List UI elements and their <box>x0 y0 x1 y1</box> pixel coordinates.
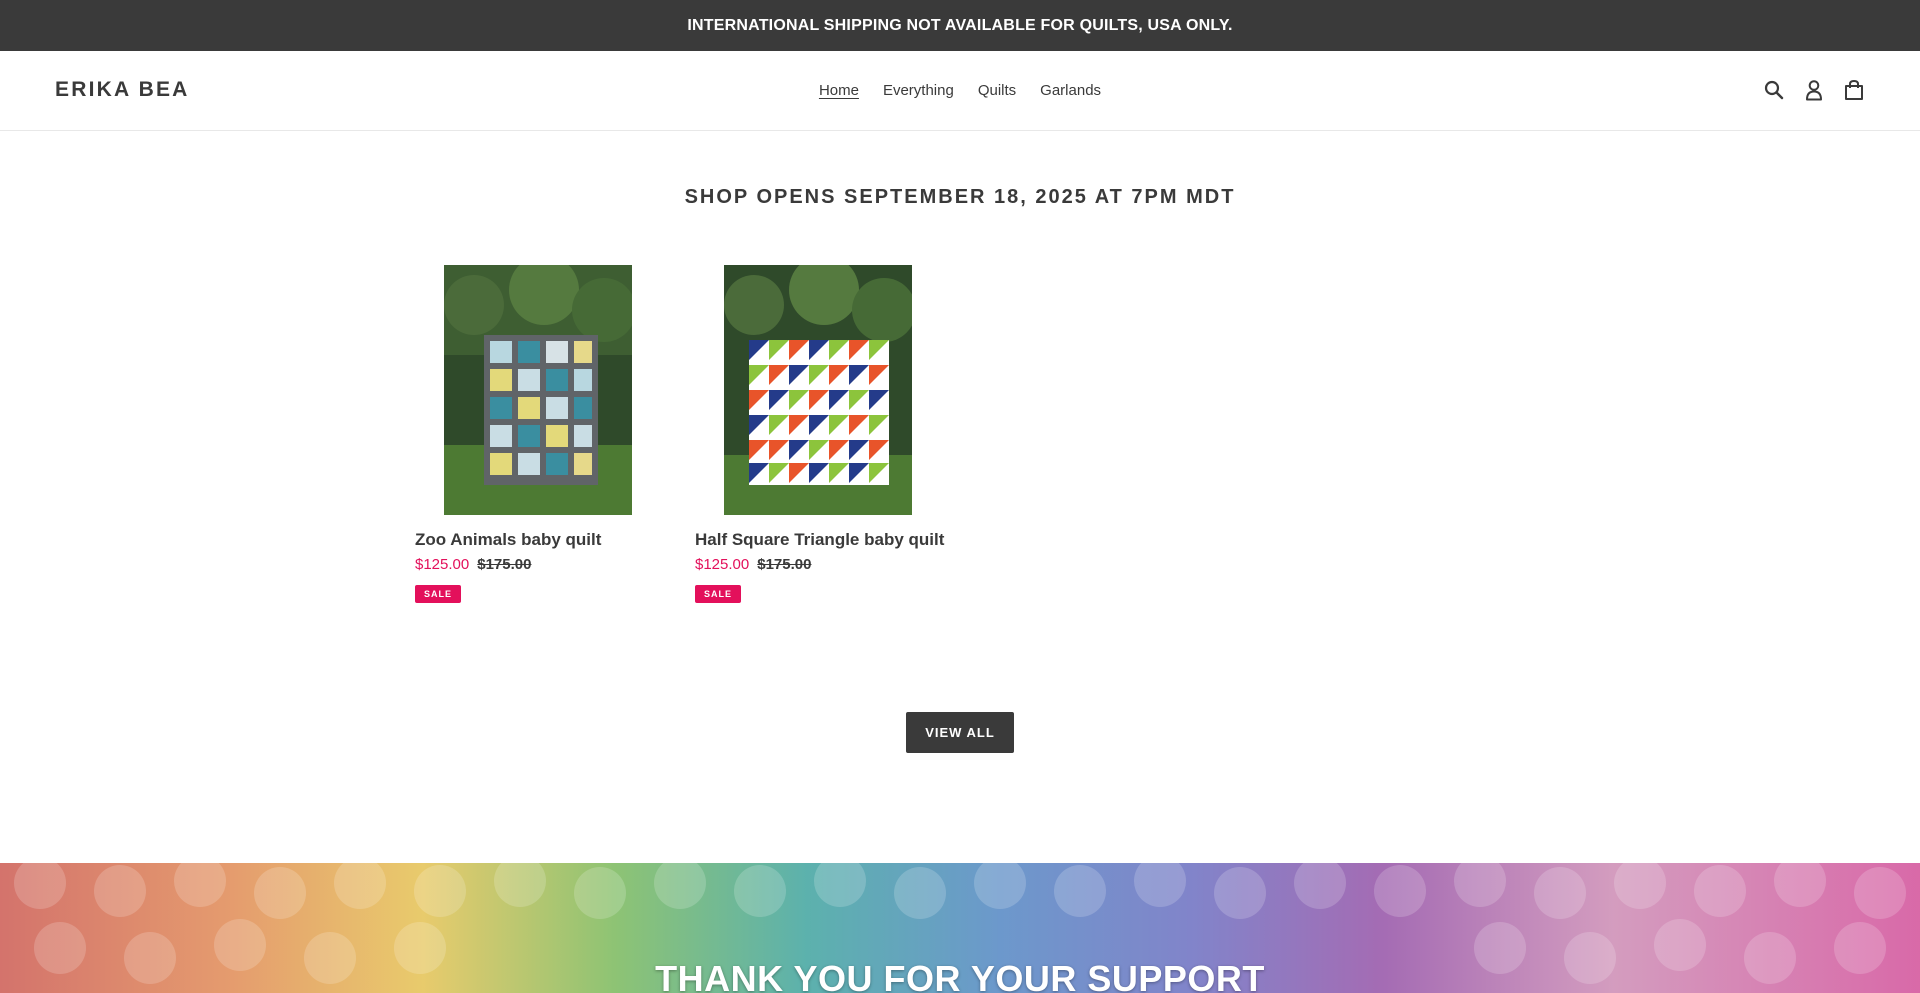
main-nav: Home Everything Quilts Garlands <box>0 51 1920 131</box>
product-prices: $125.00 $175.00 <box>415 556 660 573</box>
sale-badge: SALE <box>415 585 462 603</box>
product-card[interactable]: Half Square Triangle baby quilt $125.00 … <box>695 265 944 603</box>
nav-item-quilts[interactable]: Quilts <box>966 81 1028 101</box>
header-icons <box>1763 78 1865 102</box>
product-title[interactable]: Zoo Animals baby quilt <box>415 530 660 550</box>
site-header: ERIKA BEA Home Everything Quilts Garland… <box>0 51 1920 131</box>
product-prices: $125.00 $175.00 <box>695 556 940 573</box>
announcement-bar: INTERNATIONAL SHIPPING NOT AVAILABLE FOR… <box>0 0 1920 51</box>
collection-title: SHOP OPENS SEPTEMBER 18, 2025 AT 7PM MDT <box>684 186 1236 208</box>
product-image-half-square-triangle[interactable] <box>723 265 912 515</box>
sale-price: $125.00 <box>695 556 750 573</box>
sale-price: $125.00 <box>415 556 470 573</box>
announcement-text: INTERNATIONAL SHIPPING NOT AVAILABLE FOR… <box>687 16 1233 34</box>
view-all-button[interactable]: VIEW ALL <box>906 712 1014 753</box>
cart-icon[interactable] <box>1843 78 1865 102</box>
nav-item-garlands[interactable]: Garlands <box>1028 81 1113 101</box>
banner-heading: THANK YOU FOR YOUR SUPPORT <box>655 958 1265 993</box>
product-image-zoo-animals[interactable] <box>443 265 632 515</box>
product-grid: Zoo Animals baby quilt $125.00 $175.00 S… <box>415 265 944 603</box>
search-icon[interactable] <box>1763 78 1785 102</box>
nav-item-home[interactable]: Home <box>807 81 871 101</box>
product-title[interactable]: Half Square Triangle baby quilt <box>695 530 944 550</box>
account-icon[interactable] <box>1803 78 1825 102</box>
nav-item-everything[interactable]: Everything <box>871 81 966 101</box>
original-price: $175.00 <box>757 556 812 573</box>
product-card[interactable]: Zoo Animals baby quilt $125.00 $175.00 S… <box>415 265 660 603</box>
sale-badge: SALE <box>695 585 742 603</box>
original-price: $175.00 <box>477 556 532 573</box>
site-logo[interactable]: ERIKA BEA <box>55 78 190 102</box>
